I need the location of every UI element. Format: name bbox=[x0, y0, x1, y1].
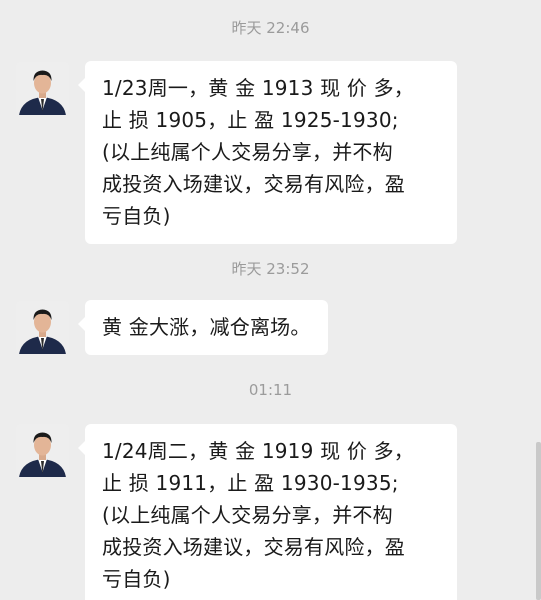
chat-message-list[interactable]: 昨天 22:46 1/23周一，黄 金 1913 现 价 多， 止 损 1905… bbox=[0, 0, 541, 600]
person-avatar-icon bbox=[16, 62, 69, 115]
message-timestamp: 昨天 23:52 bbox=[231, 260, 310, 278]
sender-avatar[interactable] bbox=[16, 301, 69, 354]
message-timestamp: 01:11 bbox=[248, 381, 293, 399]
message-bubble[interactable]: 1/23周一，黄 金 1913 现 价 多， 止 损 1905，止 盈 1925… bbox=[78, 61, 457, 244]
message-bubble[interactable]: 1/24周二，黄 金 1919 现 价 多， 止 损 1911，止 盈 1930… bbox=[78, 424, 457, 600]
sender-avatar[interactable] bbox=[16, 424, 69, 477]
scrollbar[interactable] bbox=[536, 442, 541, 600]
sender-avatar[interactable] bbox=[16, 62, 69, 115]
message-bubble[interactable]: 黄 金大涨，减仓离场。 bbox=[78, 300, 328, 355]
message-timestamp: 昨天 22:46 bbox=[231, 19, 310, 37]
person-avatar-icon bbox=[16, 424, 69, 477]
person-avatar-icon bbox=[16, 301, 69, 354]
